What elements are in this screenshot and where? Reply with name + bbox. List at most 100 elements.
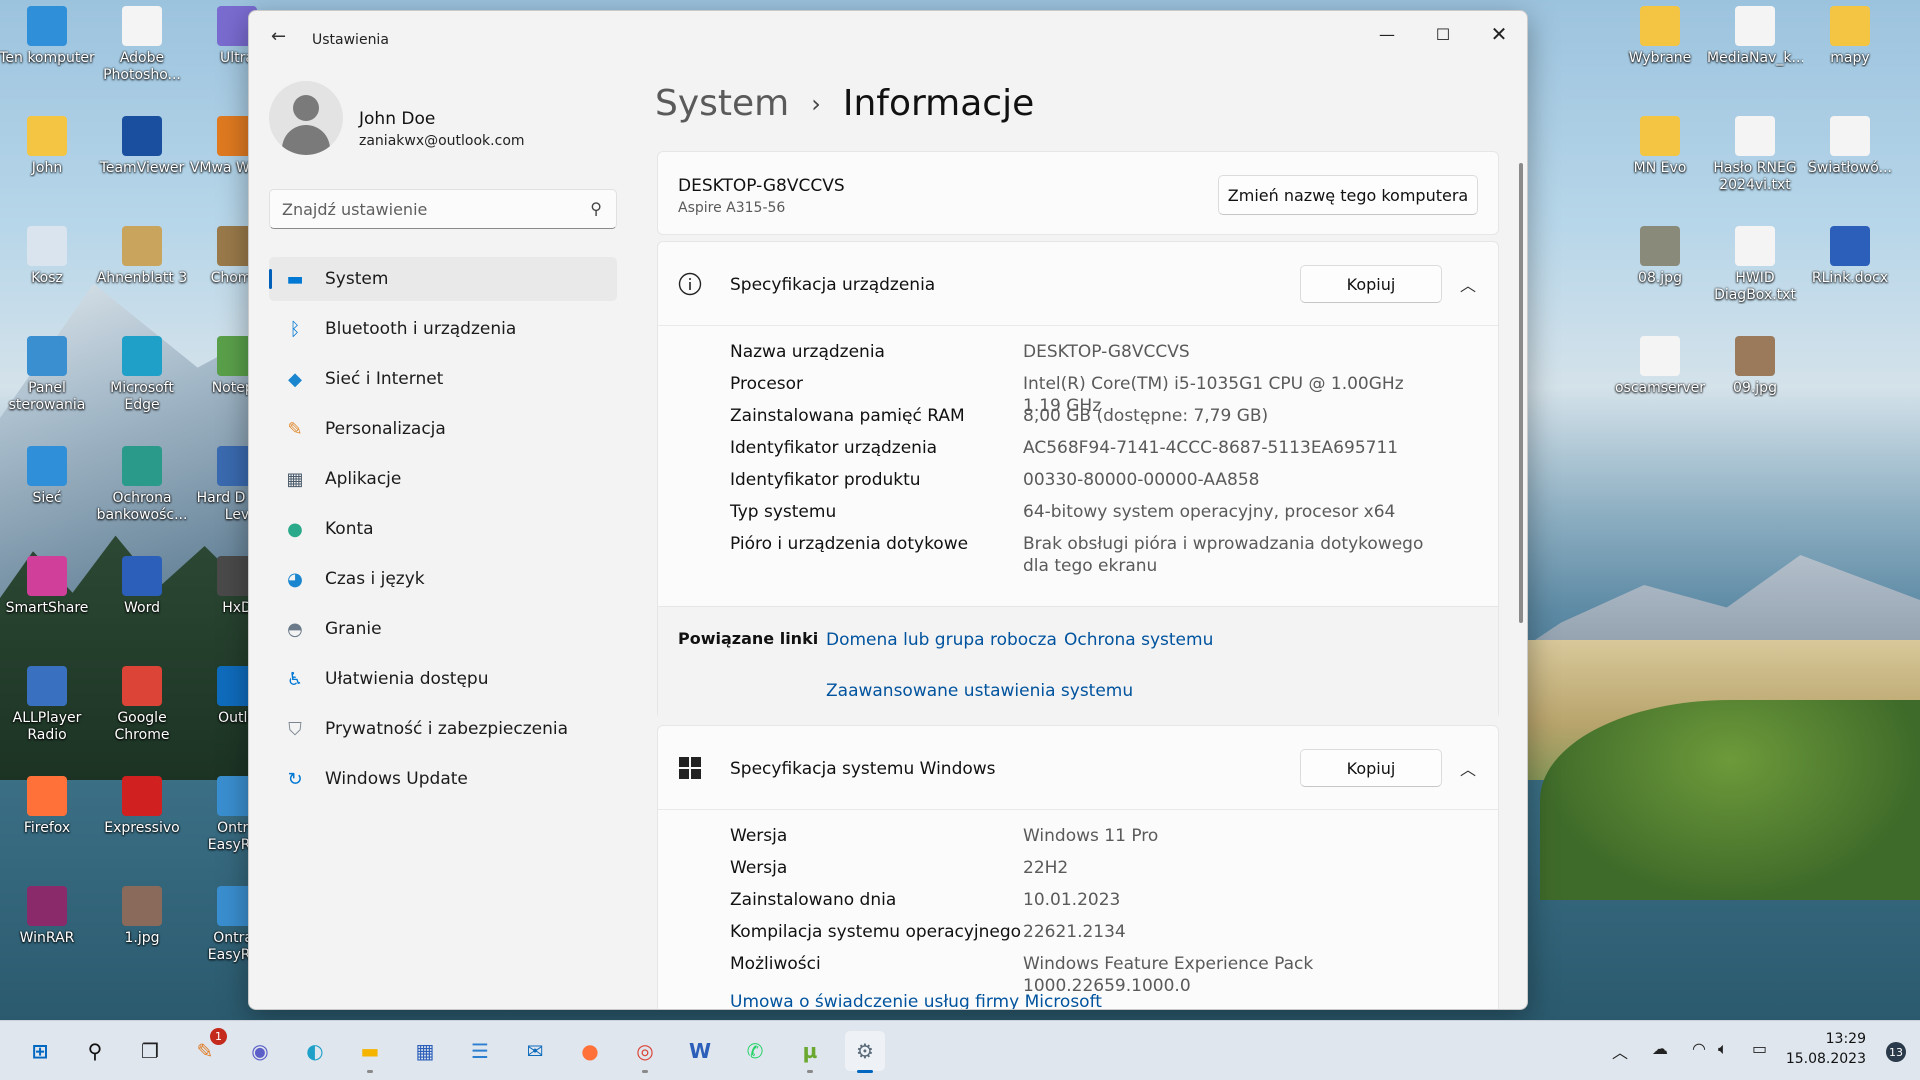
desktop-icon[interactable]: Kosz <box>2 220 92 306</box>
desktop-icon[interactable]: RLink.docx <box>1805 220 1895 306</box>
desktop-icon[interactable]: Microsoft Edge <box>97 330 187 416</box>
desktop-icon[interactable]: MN Evo <box>1615 110 1705 196</box>
link-domain-workgroup[interactable]: Domena lub grupa robocza <box>826 630 1057 650</box>
wifi-icon: ◆ <box>288 368 302 390</box>
sidebar-item-aplikacje[interactable]: ▦ Aplikacje <box>269 457 617 501</box>
cloud-icon[interactable]: ☁ <box>1652 1039 1668 1058</box>
desktop-icon-label: oscamserver <box>1614 380 1706 396</box>
sidebar-item-ułatwienia[interactable]: ♿︎ Ułatwienia dostępu <box>269 657 617 701</box>
desktop-icon[interactable]: TeamViewer <box>97 110 187 196</box>
edge-app[interactable]: ◐ <box>295 1031 335 1071</box>
spec-label: Zainstalowana pamięć RAM <box>730 406 965 426</box>
desktop-icon[interactable]: Panel sterowania <box>2 330 92 416</box>
user-name: John Doe <box>359 109 436 129</box>
desktop-icon[interactable]: ALLPlayer Radio <box>2 660 92 746</box>
desktop-icon[interactable]: Ahnenblatt 3 <box>97 220 187 306</box>
copy-device-spec-button[interactable]: Kopiuj <box>1300 265 1442 303</box>
outlook-app[interactable]: ✉ <box>515 1031 555 1071</box>
desktop-icon[interactable]: 1.jpg <box>97 880 187 966</box>
breadcrumb-parent[interactable]: System <box>655 83 789 124</box>
search-button[interactable]: ⚲ <box>75 1031 115 1071</box>
chat-app[interactable]: ◉ <box>240 1031 280 1071</box>
firefox-app[interactable]: ● <box>570 1031 610 1071</box>
notepad-app[interactable]: ☰ <box>460 1031 500 1071</box>
desktop-icon[interactable]: Word <box>97 550 187 636</box>
chevron-up-tray-icon[interactable]: ︿ <box>1612 1039 1628 1063</box>
search-input[interactable]: Znajdź ustawienie ⚲ <box>269 189 617 229</box>
battery-icon[interactable]: ▭ <box>1752 1039 1767 1058</box>
account-icon: ● <box>287 518 303 540</box>
spec-label: Kompilacja systemu operacyjnego <box>730 922 1022 942</box>
desktop-icon[interactable]: John <box>2 110 92 196</box>
wifi-icon[interactable]: ◠ <box>1692 1039 1706 1058</box>
minimize-button[interactable]: — <box>1359 11 1415 57</box>
desktop-icon[interactable]: Ochrona bankowośc... <box>97 440 187 526</box>
search-placeholder: Znajdź ustawienie <box>282 200 428 219</box>
windows-spec-header[interactable]: Specyfikacja systemu Windows Kopiuj ︿ <box>658 726 1498 810</box>
rename-pc-button[interactable]: Zmień nazwę tego komputera <box>1218 175 1478 215</box>
close-button[interactable]: ✕ <box>1471 11 1527 57</box>
sidebar-item-bluetooth[interactable]: ᛒ Bluetooth i urządzenia <box>269 307 617 351</box>
sidebar-item-label: Czas i język <box>325 569 425 589</box>
sidebar-item-personalizacja[interactable]: ✎ Personalizacja <box>269 407 617 451</box>
desktop-icon[interactable]: Adobe Photosho... <box>97 0 187 86</box>
maximize-button[interactable]: ☐ <box>1415 11 1471 57</box>
desktop-icon[interactable]: Ten komputer <box>0 0 95 86</box>
desktop-icon[interactable]: Google Chrome <box>97 660 187 746</box>
sidebar-item-system[interactable]: ▬ System <box>269 257 617 301</box>
smartshare-icon <box>27 556 67 596</box>
desktop-icon[interactable]: oscamserver <box>1615 330 1705 416</box>
link-advanced-system-settings[interactable]: Zaawansowane ustawienia systemu <box>826 681 1133 701</box>
desktop-icon[interactable]: WinRAR <box>2 880 92 966</box>
ccleaner-app[interactable]: ✎ 1 <box>185 1028 227 1071</box>
word-app[interactable]: W <box>680 1031 720 1071</box>
sidebar-item-czas[interactable]: ◕ Czas i język <box>269 557 617 601</box>
desktop-icon[interactable]: HWID DiagBox.txt <box>1710 220 1800 306</box>
chevron-up-icon[interactable]: ︿ <box>1460 272 1476 296</box>
sidebar-item-granie[interactable]: ◓ Granie <box>269 607 617 651</box>
store-app[interactable]: ▦ <box>405 1031 445 1071</box>
device-spec-header[interactable]: Specyfikacja urządzenia Kopiuj ︿ <box>658 242 1498 326</box>
device-model: Aspire A315-56 <box>678 200 786 216</box>
desktop-icon[interactable]: Światłowó... <box>1805 110 1895 196</box>
spec-value: 22621.2134 <box>1023 922 1126 942</box>
notepad-icon: ☰ <box>471 1039 489 1063</box>
desktop-icon[interactable]: SmartShare <box>2 550 92 636</box>
task-view-button[interactable]: ❐ <box>130 1031 170 1071</box>
volume-icon[interactable]: 🔈︎ <box>1718 1039 1728 1059</box>
clock[interactable]: 13:29 15.08.2023 <box>1786 1029 1866 1069</box>
device-name-card: DESKTOP-G8VCCVS Aspire A315-56 Zmień naz… <box>657 151 1499 235</box>
start-button[interactable]: ⊞ <box>20 1031 60 1071</box>
avatar[interactable] <box>269 81 343 155</box>
link-system-protection[interactable]: Ochrona systemu <box>1064 630 1213 650</box>
sidebar-item-windows[interactable]: ↻ Windows Update <box>269 757 617 801</box>
desktop-icon[interactable]: Firefox <box>2 770 92 856</box>
desktop-icon[interactable]: MediaNav_k... <box>1707 0 1803 86</box>
desktop-icon[interactable]: 09.jpg <box>1710 330 1800 416</box>
desktop-icon-label: John <box>31 160 63 176</box>
settings-app[interactable]: ⚙ <box>845 1031 885 1073</box>
desktop-icon[interactable]: Sieć <box>2 440 92 526</box>
chrome-app[interactable]: ◎ <box>625 1031 665 1073</box>
back-arrow-icon[interactable]: ← <box>271 27 291 47</box>
desktop-icon[interactable]: Expressivo <box>97 770 187 856</box>
utorrent-app[interactable]: µ <box>790 1031 830 1073</box>
desktop-icon[interactable]: mapy <box>1805 0 1895 86</box>
scrollbar[interactable] <box>1519 163 1523 623</box>
sidebar-item-konta[interactable]: ● Konta <box>269 507 617 551</box>
desktop-icon[interactable]: 08.jpg <box>1615 220 1705 306</box>
spec-label: Nazwa urządzenia <box>730 342 885 362</box>
notification-badge[interactable]: 13 <box>1886 1042 1906 1062</box>
chevron-up-icon[interactable]: ︿ <box>1460 756 1476 780</box>
sidebar-item-prywatność[interactable]: ⛉ Prywatność i zabezpieczenia <box>269 707 617 751</box>
link-microsoft-services-agreement[interactable]: Umowa o świadczenie usług firmy Microsof… <box>730 992 1102 1009</box>
spec-value: DESKTOP-G8VCCVS <box>1023 342 1190 362</box>
desktop-icon[interactable]: Wybrane <box>1615 0 1705 86</box>
desktop-icon[interactable]: Hasło RNEG 2024vi.txt <box>1710 110 1800 196</box>
sidebar-item-sieć[interactable]: ◆ Sieć i Internet <box>269 357 617 401</box>
copy-windows-spec-button[interactable]: Kopiuj <box>1300 749 1442 787</box>
whatsapp-app[interactable]: ✆ <box>735 1031 775 1071</box>
explorer-app[interactable]: ▬ <box>350 1031 390 1073</box>
desktop-icon-label: Hasło RNEG 2024vi.txt <box>1713 160 1797 193</box>
gear-icon: ⚙ <box>856 1039 874 1063</box>
